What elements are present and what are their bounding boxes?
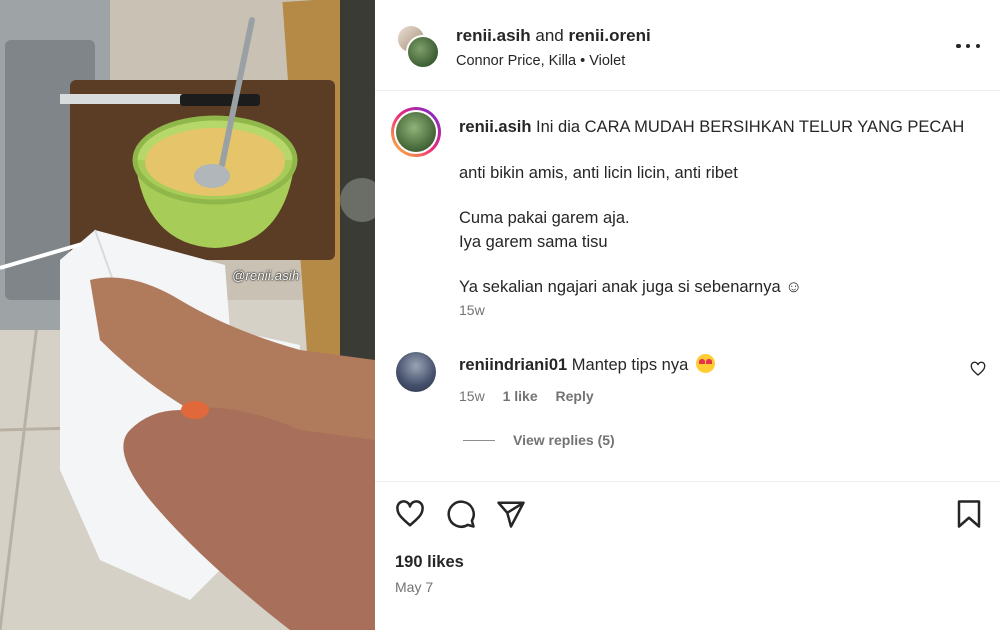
caption-username[interactable]: renii.asih [459,118,531,136]
author-connector: and [535,26,564,45]
collab-avatars[interactable] [396,24,440,69]
heart-icon[interactable] [395,499,425,529]
likes-count[interactable]: 190 likes [395,553,464,572]
view-replies-label[interactable]: View replies (5) [513,432,615,448]
audio-info[interactable]: Connor Price, Killa • Violet [456,53,625,69]
post-date[interactable]: May 7 [395,579,433,595]
caption-line: Cuma pakai garem aja. [459,209,630,227]
comment-icon[interactable] [446,499,476,529]
caption-line: anti bikin amis, anti licin licin, anti … [459,164,738,182]
post-details-panel: renii.asih and renii.oreni Connor Price,… [375,0,1000,630]
more-options-button[interactable] [956,38,980,54]
share-icon[interactable] [496,499,526,529]
comment-like-heart-icon[interactable] [970,361,986,377]
comment-likes[interactable]: 1 like [503,388,538,404]
author-link[interactable]: renii.asih [456,26,531,45]
comment-text: reniindriani01 Mantep tips nya [459,354,715,375]
audio-separator: • [580,53,586,69]
post-actions: 190 likes May 7 [375,481,1000,631]
caption-line: Iya garem sama tisu [459,233,608,251]
caption-line: Ini dia CARA MUDAH BERSIHKAN TELUR YANG … [536,118,965,136]
heart-eyes-emoji-icon [695,354,715,373]
post-header: renii.asih and renii.oreni Connor Price,… [375,0,1000,91]
more-icon [956,43,961,49]
author-link[interactable]: renii.oreni [568,26,650,45]
post-authors: renii.asih and renii.oreni [456,26,651,46]
caption-avatar[interactable] [391,107,441,157]
caption: renii.asih Ini dia CARA MUDAH BERSIHKAN … [459,115,979,299]
post-media[interactable]: @renii.asih [0,0,375,630]
bookmark-icon[interactable] [954,499,984,529]
caption-line: Ya sekalian ngajari anak juga si sebenar… [459,278,803,296]
avatar[interactable] [396,352,436,392]
replies-divider [463,439,495,441]
audio-track[interactable]: Violet [589,53,625,69]
comments-section[interactable]: renii.asih Ini dia CARA MUDAH BERSIHKAN … [375,91,1000,480]
view-replies-button[interactable]: View replies (5) [463,432,615,448]
comment-body: Mantep tips nya [571,356,689,374]
reply-button[interactable]: Reply [556,388,594,404]
media-watermark: @renii.asih [232,268,300,283]
caption-timestamp[interactable]: 15w [459,302,485,318]
comment-meta: 15w 1 like Reply [459,388,608,404]
audio-artist[interactable]: Connor Price, Killa [456,53,576,69]
comment-timestamp[interactable]: 15w [459,388,485,404]
comment-username[interactable]: reniindriani01 [459,356,567,374]
avatar[interactable] [406,35,440,69]
media-image [0,0,375,630]
